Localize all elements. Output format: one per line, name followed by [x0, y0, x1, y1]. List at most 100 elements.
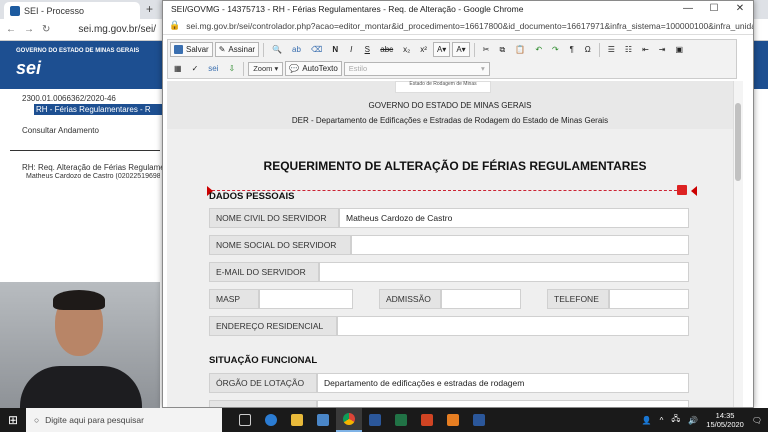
next-label [209, 400, 317, 407]
nome-social-label: NOME SOCIAL DO SERVIDOR [209, 235, 351, 255]
doc-gov-line: GOVERNO DO ESTADO DE MINAS GERAIS [368, 101, 532, 110]
document-scrollbar[interactable] [733, 81, 743, 407]
reload-icon[interactable]: ↻ [42, 24, 50, 35]
minimize-button[interactable]: — [675, 1, 701, 17]
strikethrough-icon[interactable]: abc [376, 42, 397, 57]
process-number[interactable]: 2300.01.0066362/2020-46 [22, 93, 164, 104]
spell-check-icon[interactable]: ✓ [188, 61, 203, 76]
paste-icon[interactable]: 📋 [511, 42, 529, 57]
new-tab-icon[interactable]: + [146, 2, 153, 16]
chevron-up-icon[interactable]: ^ [660, 416, 664, 425]
background-url[interactable]: sei.mg.gov.br/sei/ [78, 24, 156, 35]
document-area[interactable]: Estado de Rodagem de Minas GOVERNO DO ES… [167, 81, 743, 407]
excel-icon[interactable] [388, 408, 414, 432]
telefone-label: TELEFONE [547, 289, 609, 309]
numbered-list-icon[interactable]: ☰ [604, 42, 619, 57]
zoom-dropdown[interactable]: Zoom ▾ [248, 61, 284, 76]
pen-icon: ✎ [218, 45, 226, 54]
window-controls: — ☐ ✕ [675, 1, 753, 17]
sei-icon[interactable]: sei [204, 61, 222, 76]
autotext-button[interactable]: 💬 AutoTexto [285, 61, 342, 76]
file-explorer-icon[interactable] [284, 408, 310, 432]
edge-icon[interactable] [258, 408, 284, 432]
endereco-field[interactable] [337, 316, 689, 336]
close-button[interactable]: ✕ [727, 1, 753, 17]
editor-popup-window: SEI/GOVMG - 14375713 - RH - Férias Regul… [162, 0, 754, 408]
back-arrow-icon[interactable]: ← [6, 24, 16, 35]
redo-icon[interactable]: ↷ [548, 42, 563, 57]
zoom-label: Zoom [253, 64, 273, 73]
text-color-icon[interactable]: A▾ [432, 42, 451, 57]
powerpoint-icon[interactable] [414, 408, 440, 432]
network-icon[interactable]: 🖧 [671, 413, 680, 427]
selected-document[interactable]: RH - Férias Regulamentares - R [34, 104, 164, 115]
row-endereco: ENDEREÇO RESIDENCIAL [209, 316, 689, 336]
bold-icon[interactable]: N [328, 42, 342, 57]
eraser-icon[interactable]: ⌫ [307, 42, 326, 57]
superscript-icon[interactable]: x² [416, 42, 431, 57]
row-next [209, 400, 689, 407]
app-icon[interactable] [440, 408, 466, 432]
req-user: Matheus Cardozo de Castro (02022519698) [26, 173, 160, 180]
telefone-field[interactable] [609, 289, 689, 309]
section-situacao-funcional[interactable]: SITUAÇÃO FUNCIONAL [209, 355, 317, 366]
background-color-icon[interactable]: A▾ [452, 42, 470, 57]
underline-icon[interactable]: S [360, 42, 374, 57]
background-tab[interactable]: SEI - Processo [4, 2, 140, 19]
indent-icon[interactable]: ⇥ [655, 42, 670, 57]
search-placeholder: Digite aqui para pesquisar [45, 415, 144, 425]
taskbar-search[interactable]: ○ Digite aqui para pesquisar [26, 408, 222, 432]
admissao-field[interactable] [441, 289, 521, 309]
paragraph-icon[interactable]: ¶ [565, 42, 579, 57]
email-field[interactable] [319, 262, 689, 282]
sign-button[interactable]: ✎ Assinar [214, 42, 260, 57]
nome-social-field[interactable] [351, 235, 689, 255]
link-icon[interactable]: ⇩ [225, 61, 240, 76]
region-action-icon[interactable] [677, 185, 687, 195]
subscript-icon[interactable]: x₂ [399, 42, 414, 57]
outdent-icon[interactable]: ⇤ [638, 42, 653, 57]
image-icon[interactable]: ▣ [672, 42, 688, 57]
clock[interactable]: 14:35 15/05/2020 [706, 411, 744, 429]
sei-logo[interactable]: sei [16, 58, 41, 79]
undo-icon[interactable]: ↶ [531, 42, 546, 57]
notifications-icon[interactable]: 🗨 [752, 416, 762, 425]
clock-date: 15/05/2020 [706, 420, 744, 429]
word-icon[interactable] [362, 408, 388, 432]
popup-url[interactable]: sei.mg.gov.br/sei/controlador.php?acao=e… [186, 21, 753, 31]
task-view-icon[interactable] [232, 408, 258, 432]
next-field[interactable] [317, 400, 689, 407]
maximize-button[interactable]: ☐ [701, 1, 727, 17]
copy-icon[interactable]: ⧉ [495, 42, 509, 57]
windows-start-icon[interactable]: ⊞ [0, 408, 26, 432]
forward-arrow-icon[interactable]: → [24, 24, 34, 35]
store-icon[interactable] [310, 408, 336, 432]
row-nome-civil: NOME CIVIL DO SERVIDOR Matheus Cardozo d… [209, 208, 689, 228]
window-titlebar[interactable]: SEI/GOVMG - 14375713 - RH - Férias Regul… [163, 1, 753, 17]
document-heading[interactable]: REQUERIMENTO DE ALTERAÇÃO DE FÉRIAS REGU… [167, 159, 743, 173]
cut-icon[interactable]: ✂ [479, 42, 494, 57]
bullet-list-icon[interactable]: ☷ [621, 42, 636, 57]
word-icon-2[interactable] [466, 408, 492, 432]
table-icon[interactable]: ▦ [170, 61, 186, 76]
popup-address-bar[interactable]: 🔒 sei.mg.gov.br/sei/controlador.php?acao… [163, 17, 753, 35]
nome-civil-field[interactable]: Matheus Cardozo de Castro [339, 208, 689, 228]
section-dados-pessoais[interactable]: DADOS PESSOAIS [209, 191, 295, 202]
admissao-label: ADMISSÃO [379, 289, 441, 309]
sign-label: Assinar [228, 45, 256, 54]
style-dropdown[interactable]: Estilo ▾ [343, 61, 490, 76]
row-nome-social: NOME SOCIAL DO SERVIDOR [209, 235, 689, 255]
omega-icon[interactable]: Ω [581, 42, 595, 57]
toolbar-row-1: Salvar ✎ Assinar 🔍 ab ⌫ N I S abc x₂ x² … [168, 40, 736, 59]
masp-field[interactable] [259, 289, 353, 309]
find-icon[interactable]: 🔍 [268, 42, 286, 57]
italic-icon[interactable]: I [344, 42, 358, 57]
consultar-andamento-link[interactable]: Consultar Andamento [22, 126, 99, 135]
volume-icon[interactable]: 🔊 [688, 416, 698, 425]
save-button[interactable]: Salvar [170, 42, 213, 57]
chrome-icon[interactable] [336, 408, 362, 432]
orgao-field[interactable]: Departamento de edificações e estradas d… [317, 373, 689, 393]
people-icon[interactable]: 👤 [642, 416, 652, 425]
replace-icon[interactable]: ab [288, 42, 305, 57]
scrollbar-thumb[interactable] [735, 103, 741, 181]
